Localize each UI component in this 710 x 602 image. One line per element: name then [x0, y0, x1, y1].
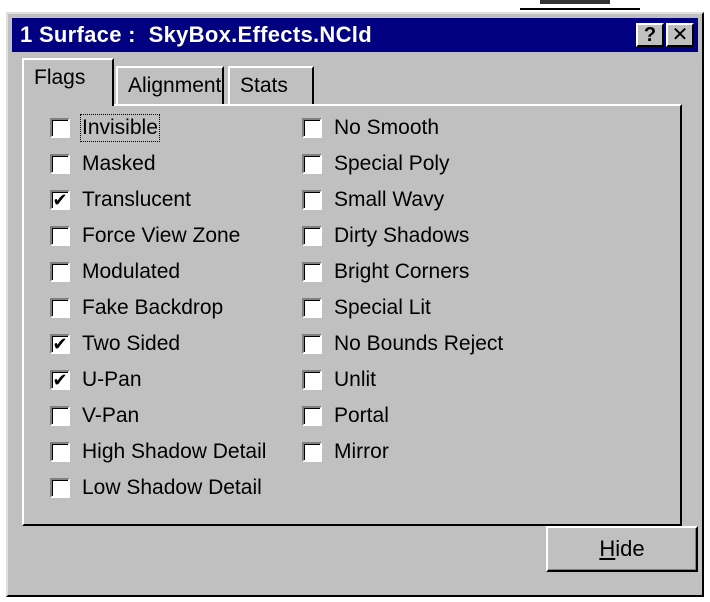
checkbox-label: V-Pan [82, 404, 140, 427]
hide-button-label: ide [615, 536, 645, 561]
checkbox-two-sided[interactable]: ✔ [50, 334, 70, 354]
flags-right-column: No Smooth Special Poly Small Wavy Dirty Sha… [302, 110, 503, 470]
checkbox-label: No Bounds Reject [334, 332, 504, 355]
checkbox-label: Mirror [334, 440, 389, 463]
flag-force-view-zone[interactable]: Force View Zone [50, 218, 266, 254]
flag-dirty-shadows[interactable]: Dirty Shadows [302, 218, 503, 254]
checkbox-label: Small Wavy [334, 188, 445, 211]
checkbox-label: Masked [82, 152, 156, 175]
tab-flags[interactable]: Flags [22, 58, 114, 106]
flag-no-bounds-reject[interactable]: No Bounds Reject [302, 326, 503, 362]
checkbox-force-view-zone[interactable] [50, 226, 70, 246]
checkbox-label: Force View Zone [82, 224, 241, 247]
checkbox-label: Special Poly [334, 152, 450, 175]
checkbox-no-smooth[interactable] [302, 118, 322, 138]
flag-fake-backdrop[interactable]: Fake Backdrop [50, 290, 266, 326]
window-title: 1 Surface : SkyBox.Effects.NCld [20, 22, 372, 47]
flag-special-lit[interactable]: Special Lit [302, 290, 503, 326]
checkbox-bright-corners[interactable] [302, 262, 322, 282]
flag-special-poly[interactable]: Special Poly [302, 146, 503, 182]
checkbox-label: Two Sided [82, 332, 181, 355]
checkbox-modulated[interactable] [50, 262, 70, 282]
checkbox-u-pan[interactable]: ✔ [50, 370, 70, 390]
checkbox-dirty-shadows[interactable] [302, 226, 322, 246]
checkbox-unlit[interactable] [302, 370, 322, 390]
checkbox-label: High Shadow Detail [82, 440, 267, 463]
tab-alignment[interactable]: Alignment [116, 66, 224, 104]
checkbox-fake-backdrop[interactable] [50, 298, 70, 318]
checkbox-label: Bright Corners [334, 260, 470, 283]
checkbox-masked[interactable] [50, 154, 70, 174]
checkbox-no-bounds-reject[interactable] [302, 334, 322, 354]
checkbox-label: Translucent [82, 188, 191, 211]
checkbox-special-lit[interactable] [302, 298, 322, 318]
flag-modulated[interactable]: Modulated [50, 254, 266, 290]
close-icon: ✕ [671, 24, 689, 46]
close-button[interactable]: ✕ [666, 23, 694, 47]
hide-button[interactable]: Hide [546, 526, 698, 572]
checkbox-label: Low Shadow Detail [82, 476, 262, 499]
checkbox-portal[interactable] [302, 406, 322, 426]
checkbox-small-wavy[interactable] [302, 190, 322, 210]
checkbox-label: Portal [334, 404, 389, 427]
checkbox-label: Invisible [80, 114, 160, 142]
flag-mirror[interactable]: Mirror [302, 434, 503, 470]
title-bar[interactable]: 1 Surface : SkyBox.Effects.NCld ? ✕ [12, 18, 698, 52]
flags-left-column: Invisible Masked ✔ Translucent Force View Zo… [50, 110, 266, 506]
flag-two-sided[interactable]: ✔ Two Sided [50, 326, 266, 362]
checkbox-v-pan[interactable] [50, 406, 70, 426]
checkbox-label: Modulated [82, 260, 181, 283]
flag-v-pan[interactable]: V-Pan [50, 398, 266, 434]
checkbox-high-shadow-detail[interactable] [50, 442, 70, 462]
checkbox-label: Dirty Shadows [334, 224, 470, 247]
checkbox-invisible[interactable] [50, 118, 70, 138]
flag-u-pan[interactable]: ✔ U-Pan [50, 362, 266, 398]
checkbox-label: U-Pan [82, 368, 142, 391]
checkbox-low-shadow-detail[interactable] [50, 478, 70, 498]
flag-high-shadow-detail[interactable]: High Shadow Detail [50, 434, 266, 470]
background-window-fragment-2 [540, 0, 610, 4]
flag-low-shadow-detail[interactable]: Low Shadow Detail [50, 470, 266, 506]
checkbox-mirror[interactable] [302, 442, 322, 462]
tab-stats[interactable]: Stats [228, 66, 314, 104]
checkbox-label: Unlit [334, 368, 377, 391]
flag-masked[interactable]: Masked [50, 146, 266, 182]
hide-button-mnemonic: H [599, 536, 616, 561]
flag-no-smooth[interactable]: No Smooth [302, 110, 503, 146]
flag-portal[interactable]: Portal [302, 398, 503, 434]
checkbox-translucent[interactable]: ✔ [50, 190, 70, 210]
flag-translucent[interactable]: ✔ Translucent [50, 182, 266, 218]
checkbox-label: No Smooth [334, 116, 440, 139]
flag-small-wavy[interactable]: Small Wavy [302, 182, 503, 218]
checkbox-special-poly[interactable] [302, 154, 322, 174]
flag-bright-corners[interactable]: Bright Corners [302, 254, 503, 290]
help-button[interactable]: ? [636, 23, 664, 47]
checkbox-label: Fake Backdrop [82, 296, 224, 319]
checkbox-label: Special Lit [334, 296, 431, 319]
flag-invisible[interactable]: Invisible [50, 110, 266, 146]
flag-unlit[interactable]: Unlit [302, 362, 503, 398]
